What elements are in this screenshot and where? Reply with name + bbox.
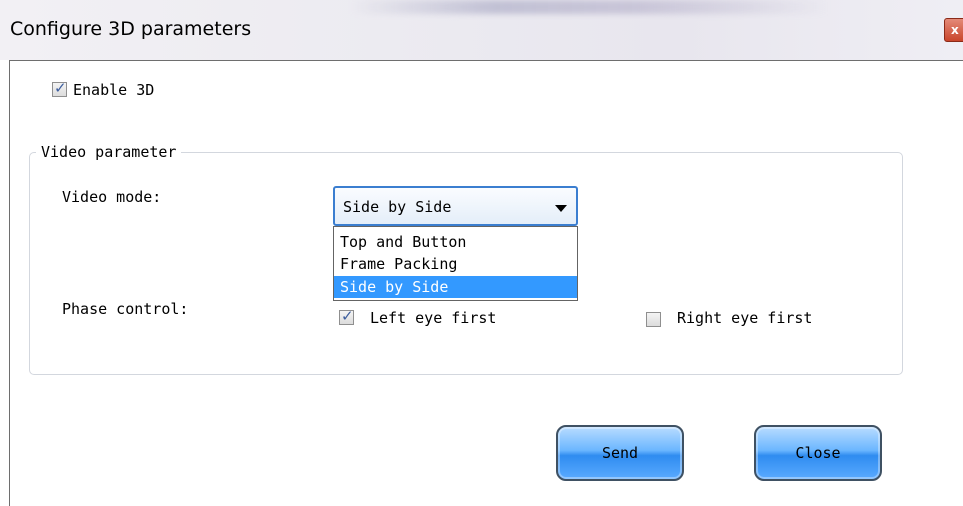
window-close-icon[interactable]: x: [944, 18, 963, 42]
enable-3d-checkbox[interactable]: ✓: [52, 79, 67, 97]
video-mode-selected-value: Side by Side: [343, 198, 452, 216]
window-title: Configure 3D parameters: [10, 18, 252, 40]
option-frame-packing[interactable]: Frame Packing: [334, 253, 577, 275]
option-side-by-side[interactable]: Side by Side: [334, 276, 577, 298]
left-eye-first-checkbox[interactable]: ✓: [339, 307, 354, 325]
close-button[interactable]: Close: [754, 425, 882, 481]
video-mode-label: Video mode:: [62, 188, 162, 206]
video-mode-dropdown-list: Top and Button Frame Packing Side by Sid…: [333, 226, 578, 301]
title-bar-sheen: [350, 0, 830, 14]
enable-3d-label: Enable 3D: [73, 81, 155, 99]
right-eye-first-label: Right eye first: [677, 309, 813, 327]
video-mode-select[interactable]: Side by Side: [333, 186, 578, 226]
phase-control-label: Phase control:: [62, 300, 189, 318]
send-button[interactable]: Send: [556, 425, 684, 481]
option-top-and-button[interactable]: Top and Button: [334, 231, 577, 253]
check-icon: ✓: [341, 307, 354, 325]
right-eye-first-checkbox[interactable]: [646, 312, 661, 327]
check-icon: ✓: [54, 79, 67, 97]
title-bar: Configure 3D parameters x: [0, 0, 963, 60]
dropdown-arrow-icon[interactable]: [555, 205, 567, 212]
video-parameter-group-title: Video parameter: [36, 143, 182, 161]
left-eye-first-label: Left eye first: [370, 309, 497, 327]
